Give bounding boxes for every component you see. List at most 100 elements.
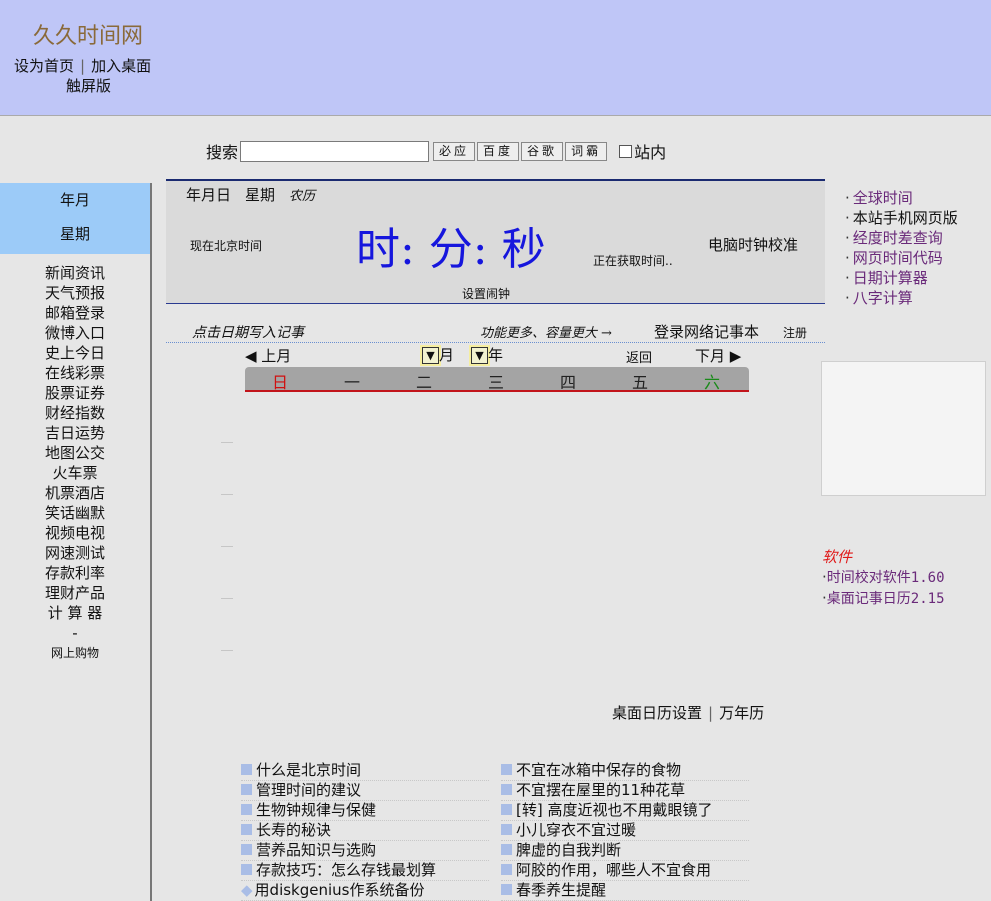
calendar-row-divider	[221, 494, 233, 495]
nav-item-jokes[interactable]: 笑话幽默	[0, 503, 150, 523]
software-item-desktop-calendar[interactable]: ·桌面记事日历2.15	[822, 588, 945, 609]
clock-date: 年月日	[186, 186, 232, 204]
square-bullet-icon	[241, 764, 252, 775]
article-link[interactable]: 什么是北京时间	[241, 761, 489, 781]
month-select-group: ▼ 月	[420, 344, 454, 366]
article-link[interactable]: [转] 高度近视也不用戴眼镜了	[501, 801, 749, 821]
site-only-checkbox[interactable]	[619, 144, 633, 158]
left-nav: 新闻资讯 天气预报 邮箱登录 微博入口 史上今日 在线彩票 股票证券 财经指数 …	[0, 263, 150, 663]
article-link[interactable]: 春季养生提醒	[501, 881, 749, 901]
right-link-world-time[interactable]: · 全球时间	[845, 188, 958, 208]
article-title: 阿胶的作用，哪些人不宜食用	[516, 861, 712, 879]
article-link[interactable]: 存款技巧：怎么存钱最划算	[241, 861, 489, 881]
right-link-mobile-version[interactable]: · 本站手机网页版	[845, 208, 958, 228]
square-bullet-icon	[501, 784, 512, 795]
article-title: 存款技巧：怎么存钱最划算	[256, 861, 437, 879]
nav-item-train[interactable]: 火车票	[0, 463, 150, 483]
prev-month-button[interactable]: ◀ 上月	[245, 345, 291, 366]
square-bullet-icon	[501, 764, 512, 775]
article-link[interactable]: 管理时间的建议	[241, 781, 489, 801]
article-link[interactable]: 不宜摆在屋里的11种花草	[501, 781, 749, 801]
add-desktop-link[interactable]: 加入桌面	[91, 57, 151, 75]
nav-item-calculator[interactable]: 计 算 器	[0, 603, 150, 623]
article-title: 管理时间的建议	[256, 781, 362, 799]
bullet-dot: ·	[845, 249, 850, 267]
article-link[interactable]: 阿胶的作用，哪些人不宜食用	[501, 861, 749, 881]
weekday-wed: 三	[487, 373, 504, 392]
nav-item-map[interactable]: 地图公交	[0, 443, 150, 463]
arrow-right-icon: →	[601, 326, 612, 341]
nav-item-history[interactable]: 史上今日	[0, 343, 150, 363]
login-notebook-link[interactable]: 登录网络记事本	[654, 321, 759, 342]
nav-item-lottery[interactable]: 在线彩票	[0, 363, 150, 383]
weekday-header: 日 一 二 三 四 五 六	[245, 367, 749, 392]
perpetual-calendar-link[interactable]: 万年历	[719, 704, 764, 722]
right-links: · 全球时间 · 本站手机网页版 · 经度时差查询 · 网页时间代码 · 日期计算器 · 八…	[845, 188, 958, 308]
square-bullet-icon	[241, 784, 252, 795]
right-link-longitude-diff[interactable]: · 经度时差查询	[845, 228, 958, 248]
calendar-row-divider	[221, 650, 233, 651]
nav-item-wealth[interactable]: 理财产品	[0, 583, 150, 603]
search-bing-button[interactable]: 必应	[433, 141, 476, 161]
site-only-label: 站内	[634, 143, 667, 162]
calibrate-clock-link[interactable]: 电脑时钟校准	[708, 234, 798, 255]
nav-item-flight-hotel[interactable]: 机票酒店	[0, 483, 150, 503]
right-link-time-code[interactable]: · 网页时间代码	[845, 248, 958, 268]
clock-panel: 年月日 星期 农历 现在北京时间 时: 分: 秒 正在获取时间.. 电脑时钟校准 设…	[166, 179, 825, 304]
nav-item-weibo[interactable]: 微博入口	[0, 323, 150, 343]
clock-lunar: 农历	[289, 189, 316, 204]
weekday-fri: 五	[631, 373, 648, 392]
touch-version-link[interactable]: 触屏版	[66, 75, 111, 96]
site-title[interactable]: 久久时间网	[33, 18, 143, 50]
square-bullet-icon	[241, 824, 252, 835]
set-home-link[interactable]: 设为首页	[14, 57, 74, 75]
back-today-button[interactable]: 返回	[626, 347, 652, 366]
nav-item-weather[interactable]: 天气预报	[0, 283, 150, 303]
set-alarm-link[interactable]: 设置闹钟	[462, 285, 510, 302]
calendar-footer-links: 桌面日历设置 | 万年历	[612, 702, 764, 723]
year-select[interactable]: ▼	[469, 345, 490, 366]
article-link[interactable]: 脾虚的自我判断	[501, 841, 749, 861]
weekday-mon: 一	[343, 373, 360, 392]
nav-item-mail[interactable]: 邮箱登录	[0, 303, 150, 323]
search-google-button[interactable]: 谷歌	[521, 141, 564, 161]
chevron-down-icon: ▼	[475, 349, 484, 362]
ad-box	[821, 361, 986, 496]
search-iciba-button[interactable]: 词霸	[565, 141, 608, 161]
footer-separator: |	[708, 704, 714, 722]
clock-date-row: 年月日 星期 农历	[186, 184, 329, 205]
article-title: [转] 高度近视也不用戴眼镜了	[516, 801, 713, 819]
bullet-dot: ·	[845, 209, 850, 227]
square-bullet-icon	[501, 884, 512, 895]
right-link-label: 网页时间代码	[852, 249, 943, 267]
nav-item-news[interactable]: 新闻资讯	[0, 263, 150, 283]
nav-item-fortune[interactable]: 吉日运势	[0, 423, 150, 443]
next-month-button[interactable]: 下月 ▶	[695, 345, 741, 366]
software-section: 软件 ·时间校对软件1.60 ·桌面记事日历2.15	[822, 547, 945, 609]
article-link[interactable]: ◆ 用diskgenius作系统备份	[241, 881, 489, 901]
left-sidebar: 年月 星期 新闻资讯 天气预报 邮箱登录 微博入口 史上今日 在线彩票 股票证券…	[0, 183, 152, 901]
right-link-bazi[interactable]: · 八字计算	[845, 288, 958, 308]
article-link[interactable]: 长寿的秘诀	[241, 821, 489, 841]
right-link-label: 经度时差查询	[852, 229, 943, 247]
nav-item-deposit-rates[interactable]: 存款利率	[0, 563, 150, 583]
desktop-calendar-settings-link[interactable]: 桌面日历设置	[612, 704, 702, 722]
search-input[interactable]	[240, 140, 430, 162]
software-item-time-sync[interactable]: ·时间校对软件1.60	[822, 567, 945, 588]
nav-item-shopping[interactable]: 网上购物	[0, 643, 150, 663]
nav-item-speed-test[interactable]: 网速测试	[0, 543, 150, 563]
nav-item-finance-index[interactable]: 财经指数	[0, 403, 150, 423]
nav-item-video-tv[interactable]: 视频电视	[0, 523, 150, 543]
article-link[interactable]: 生物钟规律与保健	[241, 801, 489, 821]
article-link[interactable]: 不宜在冰箱中保存的食物	[501, 761, 749, 781]
article-title: 长寿的秘诀	[256, 821, 332, 839]
article-link[interactable]: 营养品知识与选购	[241, 841, 489, 861]
right-link-date-calculator[interactable]: · 日期计算器	[845, 268, 958, 288]
search-baidu-button[interactable]: 百度	[477, 141, 520, 161]
weekday-thu: 四	[559, 373, 576, 392]
month-select[interactable]: ▼	[420, 345, 441, 366]
article-link[interactable]: 小儿穿衣不宜过暖	[501, 821, 749, 841]
nav-item-stocks[interactable]: 股票证券	[0, 383, 150, 403]
register-link[interactable]: 注册	[783, 324, 807, 341]
square-bullet-icon	[501, 844, 512, 855]
